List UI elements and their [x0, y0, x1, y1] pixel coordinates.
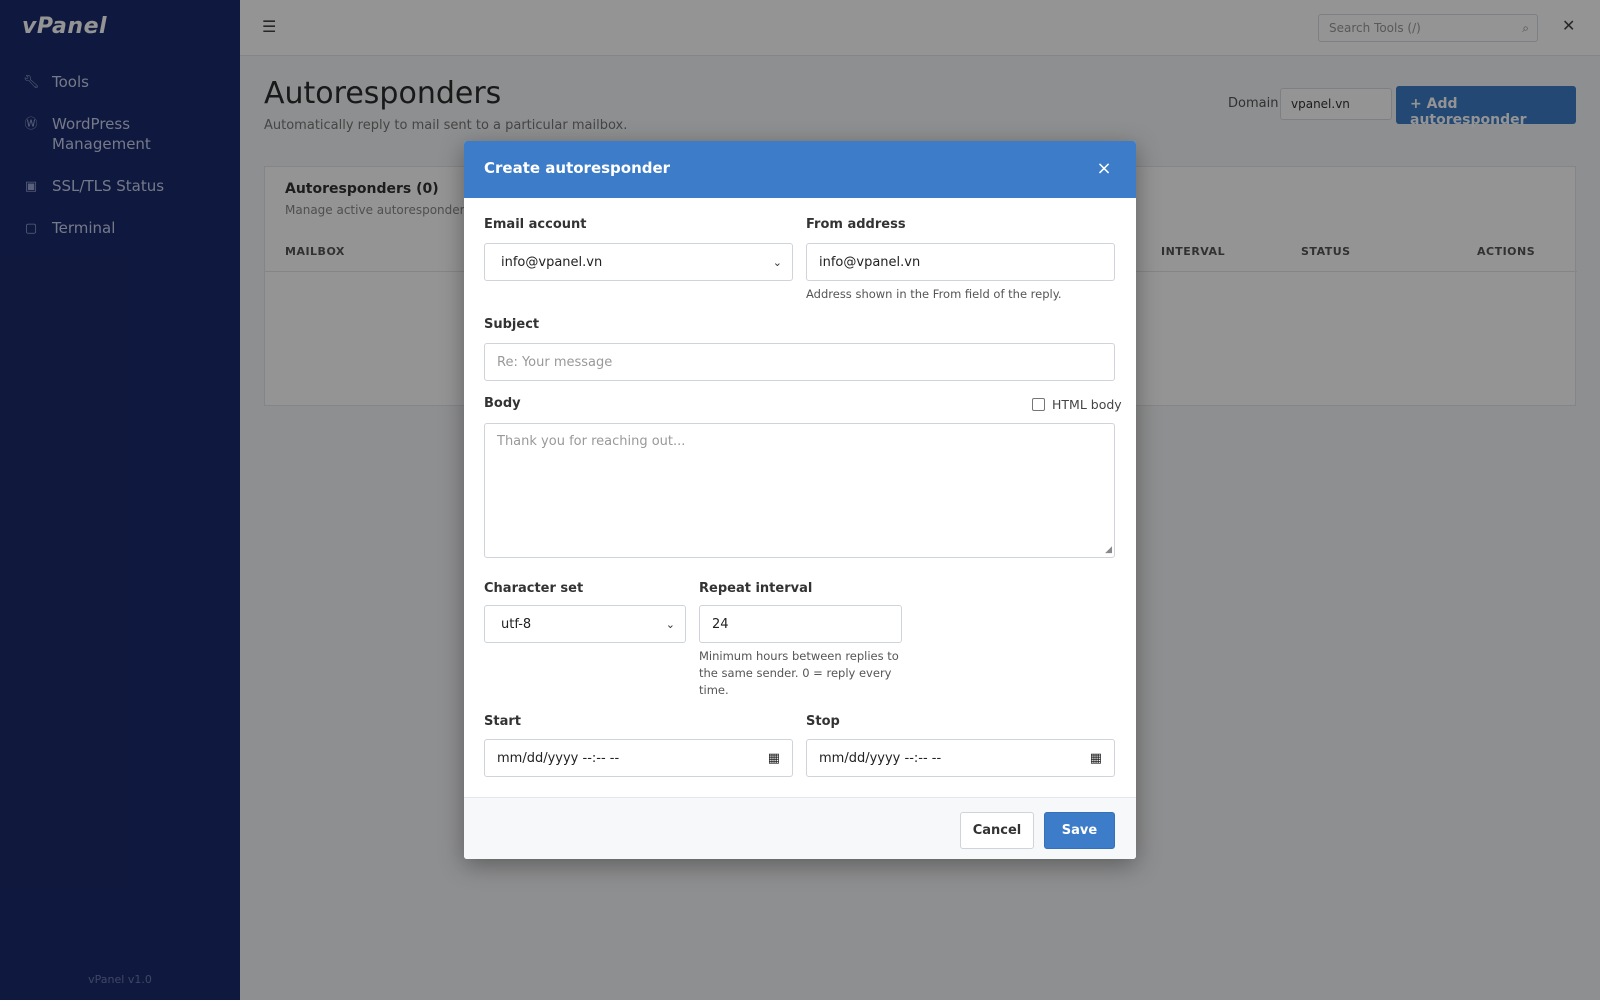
calendar-icon[interactable]: ▦ [1090, 751, 1102, 766]
save-button[interactable]: Save [1044, 812, 1115, 849]
chevron-down-icon: ⌄ [772, 255, 782, 269]
chevron-down-icon: ⌄ [665, 617, 675, 631]
interval-help: Minimum hours between replies to the sam… [699, 649, 899, 697]
subject-placeholder: Re: Your message [497, 354, 613, 370]
charset-select[interactable]: utf-8 ⌄ [484, 605, 686, 643]
html-body-toggle[interactable]: HTML body [1032, 397, 1122, 412]
interval-value: 24 [712, 616, 729, 632]
resize-handle-icon[interactable]: ◢ [1105, 545, 1112, 555]
body-textarea[interactable]: Thank you for reaching out... ◢ [484, 423, 1115, 558]
interval-input[interactable]: 24 [699, 605, 902, 643]
stop-datetime-input[interactable]: mm/dd/yyyy --:-- -- ▦ [806, 739, 1115, 777]
email-account-select[interactable]: info@vpanel.vn ⌄ [484, 243, 793, 281]
html-body-label: HTML body [1052, 397, 1122, 412]
close-icon[interactable]: × [1092, 157, 1116, 181]
from-address-help: Address shown in the From field of the r… [806, 287, 1062, 301]
create-autoresponder-dialog: Create autoresponder × Email account inf… [464, 141, 1136, 859]
html-body-checkbox[interactable] [1032, 398, 1045, 411]
start-placeholder: mm/dd/yyyy --:-- -- [497, 750, 620, 766]
email-account-label: Email account [484, 217, 587, 232]
start-label: Start [484, 714, 521, 729]
modal-footer: Cancel Save [464, 797, 1136, 859]
cancel-button[interactable]: Cancel [960, 812, 1034, 849]
from-address-label: From address [806, 217, 906, 232]
stop-label: Stop [806, 714, 840, 729]
body-placeholder: Thank you for reaching out... [497, 434, 686, 449]
charset-label: Character set [484, 581, 584, 596]
stop-placeholder: mm/dd/yyyy --:-- -- [819, 750, 942, 766]
email-account-value: info@vpanel.vn [501, 254, 603, 270]
calendar-icon[interactable]: ▦ [768, 751, 780, 766]
from-address-input[interactable]: info@vpanel.vn [806, 243, 1115, 281]
modal-title: Create autoresponder [484, 159, 671, 177]
subject-label: Subject [484, 317, 540, 332]
from-address-value: info@vpanel.vn [819, 254, 921, 270]
subject-input[interactable]: Re: Your message [484, 343, 1115, 381]
modal-header: Create autoresponder × [464, 141, 1136, 198]
interval-label: Repeat interval [699, 581, 813, 596]
start-datetime-input[interactable]: mm/dd/yyyy --:-- -- ▦ [484, 739, 793, 777]
body-label: Body [484, 396, 521, 411]
charset-value: utf-8 [501, 616, 532, 632]
